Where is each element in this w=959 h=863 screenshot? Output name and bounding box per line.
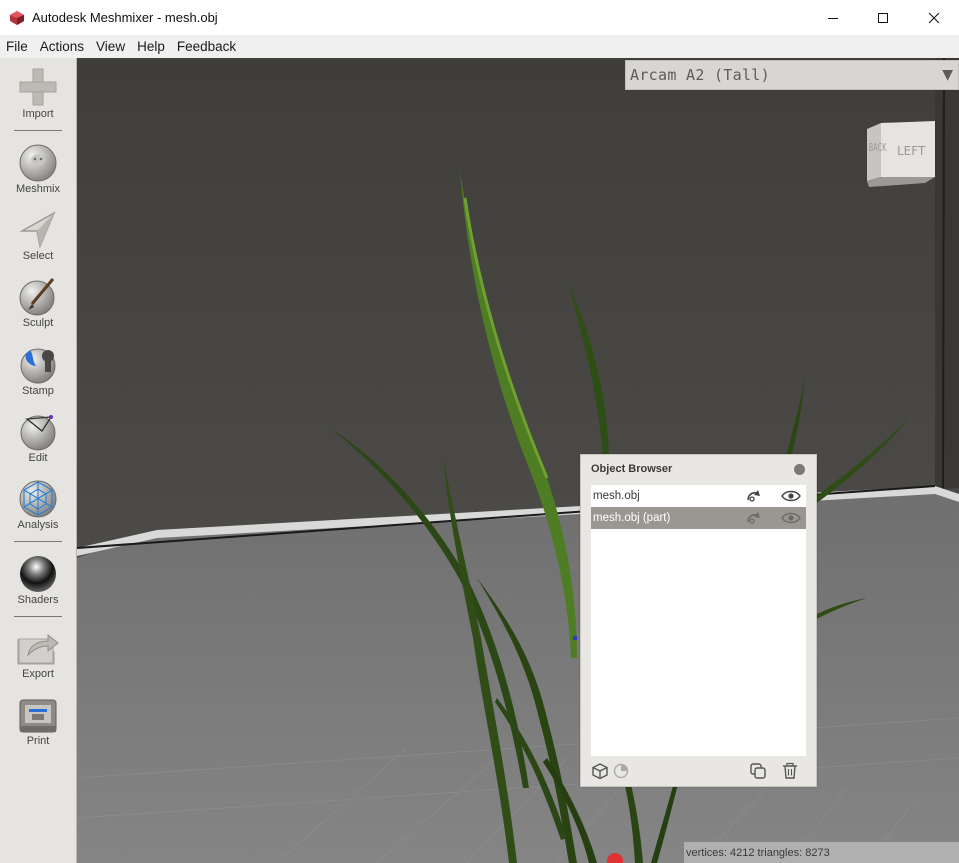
object-browser-title: Object Browser bbox=[591, 463, 673, 475]
menu-bar: File Actions View Help Feedback bbox=[0, 35, 959, 58]
analysis-sphere-icon bbox=[19, 480, 57, 518]
selection-marker bbox=[573, 636, 577, 640]
toolbar-divider bbox=[14, 130, 62, 131]
analysis-tool-button[interactable]: Analysis bbox=[0, 478, 76, 531]
object-browser-panel[interactable]: Object Browser mesh.obj mesh.obj (part) bbox=[580, 454, 817, 787]
print-tool-button[interactable]: Print bbox=[0, 696, 76, 747]
maximize-icon bbox=[878, 12, 888, 23]
printer-select-value: Arcam A2 (Tall) bbox=[630, 66, 770, 84]
stamp-tool-button[interactable]: Stamp bbox=[0, 344, 76, 397]
object-browser-footer bbox=[581, 760, 818, 786]
trash-icon[interactable] bbox=[781, 762, 799, 780]
view-cube[interactable]: BACK LEFT bbox=[865, 121, 937, 187]
shaders-label: Shaders bbox=[17, 594, 59, 606]
object-name: mesh.obj bbox=[593, 490, 640, 502]
analysis-label: Analysis bbox=[17, 519, 59, 531]
minimize-button[interactable] bbox=[808, 0, 858, 35]
build-plate bbox=[77, 488, 959, 863]
meshmixer-window: Autodesk Meshmixer - mesh.obj File Actio… bbox=[0, 0, 959, 863]
visibility-eye-icon[interactable] bbox=[780, 509, 802, 527]
window-title: Autodesk Meshmixer - mesh.obj bbox=[32, 10, 218, 25]
view-cube-side-label: BACK bbox=[869, 143, 888, 155]
object-row[interactable]: mesh.obj bbox=[591, 485, 806, 507]
meshmixer-logo-icon bbox=[10, 10, 24, 25]
import-label: Import bbox=[22, 108, 54, 120]
pivot-rotate-icon[interactable] bbox=[744, 487, 762, 505]
brush-sphere-icon bbox=[19, 278, 55, 316]
build-volume-side-wall bbox=[935, 58, 959, 490]
arrow-cursor-icon bbox=[19, 211, 56, 249]
duplicate-icon[interactable] bbox=[749, 762, 767, 780]
edit-sphere-icon bbox=[20, 415, 56, 451]
print-label: Print bbox=[26, 735, 50, 747]
close-icon bbox=[928, 12, 940, 23]
object-list: mesh.obj mesh.obj (part) bbox=[591, 485, 806, 756]
close-icon[interactable] bbox=[794, 464, 805, 475]
object-name: mesh.obj (part) bbox=[593, 512, 671, 524]
menu-view[interactable]: View bbox=[90, 39, 131, 54]
meshmix-tool-button[interactable]: Meshmix bbox=[0, 142, 76, 195]
3d-viewport[interactable]: Arcam A2 (Tall) ▼ BACK LEFT Object Brows… bbox=[77, 58, 959, 863]
select-tool-button[interactable]: Select bbox=[0, 209, 76, 262]
mesh-stats-text: vertices: 4212 triangles: 8273 bbox=[686, 846, 830, 859]
menu-feedback[interactable]: Feedback bbox=[171, 39, 242, 54]
sculpt-label: Sculpt bbox=[22, 317, 54, 329]
toolbar-divider bbox=[14, 541, 62, 542]
mesh-stats: vertices: 4212 triangles: 8273 bbox=[684, 842, 959, 863]
import-tool-button[interactable]: Import bbox=[0, 67, 76, 120]
printer-icon bbox=[19, 699, 57, 733]
chevron-down-icon: ▼ bbox=[942, 67, 953, 83]
object-row-selected[interactable]: mesh.obj (part) bbox=[591, 507, 806, 529]
build-volume-wall bbox=[77, 58, 959, 558]
pie-icon[interactable] bbox=[612, 762, 630, 780]
scene-canvas[interactable] bbox=[77, 58, 959, 863]
edit-tool-button[interactable]: Edit bbox=[0, 411, 76, 464]
meshmix-label: Meshmix bbox=[15, 183, 60, 195]
view-cube-front-label: LEFT bbox=[897, 144, 926, 158]
tool-sidebar: Import Meshmix Select Sculpt Stamp Edit … bbox=[0, 58, 77, 863]
printer-select[interactable]: Arcam A2 (Tall) ▼ bbox=[625, 60, 959, 90]
export-icon bbox=[17, 633, 59, 665]
minimize-icon bbox=[828, 17, 838, 19]
plus-icon bbox=[19, 68, 57, 106]
bunny-sphere-icon bbox=[19, 144, 57, 182]
chrome-sphere-icon bbox=[20, 556, 56, 592]
menu-actions[interactable]: Actions bbox=[34, 39, 90, 54]
toolbar-divider bbox=[14, 616, 62, 617]
stamp-sphere-icon bbox=[20, 348, 56, 384]
title-bar: Autodesk Meshmixer - mesh.obj bbox=[0, 0, 959, 35]
pivot-rotate-icon[interactable] bbox=[744, 509, 762, 527]
select-label: Select bbox=[22, 250, 54, 262]
export-label: Export bbox=[22, 668, 54, 680]
stamp-label: Stamp bbox=[22, 385, 54, 397]
edit-label: Edit bbox=[28, 452, 48, 464]
shaders-tool-button[interactable]: Shaders bbox=[0, 553, 76, 606]
export-tool-button[interactable]: Export bbox=[0, 629, 76, 680]
sculpt-tool-button[interactable]: Sculpt bbox=[0, 276, 76, 329]
visibility-eye-icon[interactable] bbox=[780, 487, 802, 505]
cube-icon[interactable] bbox=[591, 762, 609, 780]
close-button[interactable] bbox=[909, 0, 959, 35]
menu-help[interactable]: Help bbox=[131, 39, 171, 54]
maximize-button[interactable] bbox=[858, 0, 908, 35]
menu-file[interactable]: File bbox=[0, 39, 34, 54]
